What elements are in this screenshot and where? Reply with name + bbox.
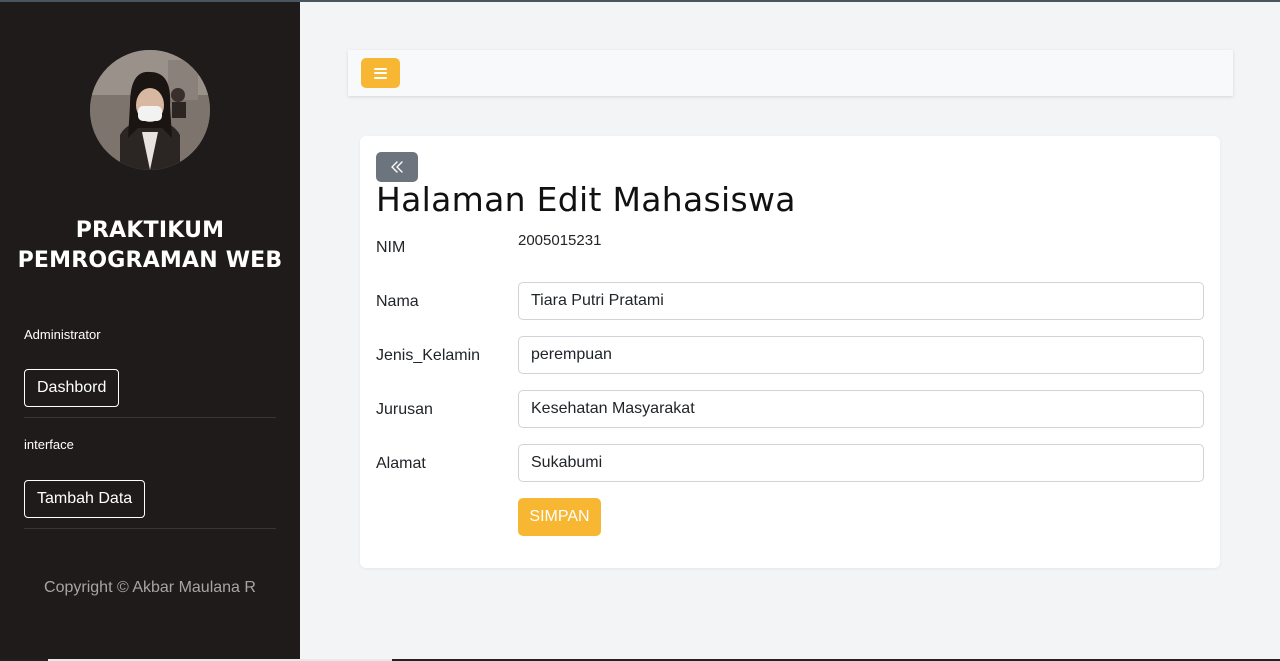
sidebar: PRAKTIKUM PEMROGRAMAN WEB Administrator … [0,2,300,659]
jenis-kelamin-input[interactable] [518,336,1204,374]
page-title: Halaman Edit Mahasiswa [376,180,796,219]
brand-title: PRAKTIKUM PEMROGRAMAN WEB [0,216,300,276]
jenis-kelamin-label: Jenis_Kelamin [376,347,481,364]
brand-line-1: PRAKTIKUM [75,218,225,243]
nim-label: NIM [376,239,406,256]
top-navbar [348,50,1233,96]
hamburger-icon [374,67,387,79]
profile-photo [90,50,210,170]
jurusan-label: Jurusan [376,401,433,418]
avatar [90,50,210,170]
edit-form-card: Halaman Edit Mahasiswa NIM 2005015231 Na… [360,136,1220,568]
back-button[interactable] [376,152,418,182]
save-button[interactable]: SIMPAN [518,498,601,536]
double-chevron-left-icon [391,161,403,173]
sidebar-toggle-button[interactable] [361,58,400,88]
jurusan-input[interactable] [518,390,1204,428]
section-label-interface: interface [24,437,74,452]
add-data-button[interactable]: Tambah Data [24,480,146,518]
section-label-administrator: Administrator [24,327,101,342]
alamat-label: Alamat [376,455,426,472]
nim-value: 2005015231 [518,232,602,249]
nama-input[interactable] [518,282,1204,320]
brand-line-2: PEMROGRAMAN WEB [17,248,283,273]
dashboard-button[interactable]: Dashbord [24,369,120,407]
copyright-text: Copyright © Akbar Maulana R [44,579,256,596]
sidebar-divider [24,417,276,418]
nama-label: Nama [376,293,419,310]
alamat-input[interactable] [518,444,1204,482]
sidebar-divider [24,528,276,529]
